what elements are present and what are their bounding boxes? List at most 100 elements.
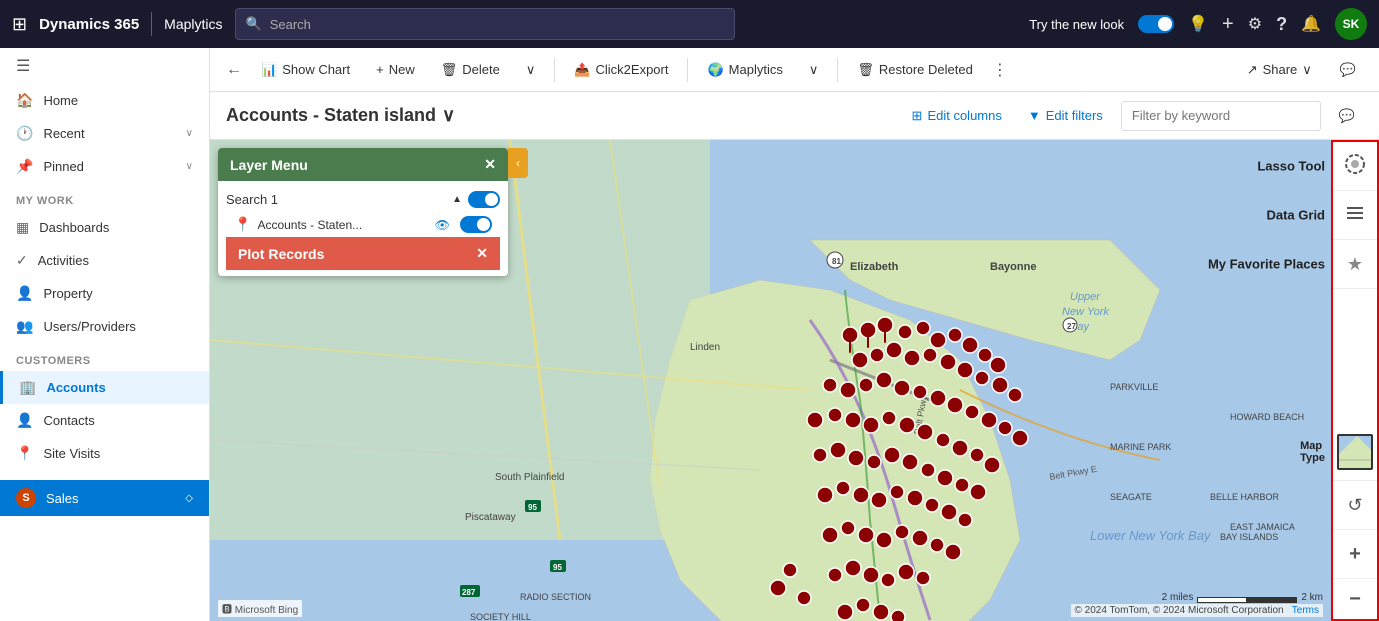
home-icon: 🏠 (16, 92, 33, 109)
help-icon[interactable]: ? (1276, 14, 1287, 35)
comment-button[interactable]: 💬 (1329, 56, 1367, 84)
plot-records-close[interactable]: ✕ (476, 245, 488, 262)
sidebar-item-dashboards[interactable]: ▦ Dashboards (0, 211, 209, 244)
delete-icon: 🗑 (441, 62, 458, 78)
scale-km-label: 2 km (1301, 592, 1323, 603)
show-chart-button[interactable]: 📊 Show Chart (250, 56, 361, 84)
add-icon[interactable]: + (1222, 13, 1234, 36)
refresh-icon: ↺ (1347, 495, 1362, 516)
users-icon: 👥 (16, 318, 33, 335)
sidebar-accounts-label: Accounts (46, 380, 105, 395)
maptype-label: Map Type (1300, 440, 1325, 464)
new-button[interactable]: + New (365, 56, 426, 83)
maplytics-chevron[interactable]: ∨ (798, 56, 830, 84)
sidebar-item-recent[interactable]: 🕐 Recent ∨ (0, 117, 209, 150)
layer-menu-body: Search 1 ▲ 📍 Accounts - Staten... 👁 (218, 181, 508, 276)
account-pin-icon: 📍 (234, 216, 251, 233)
search1-toggle-knob (485, 193, 498, 206)
sidebar-home-label: Home (43, 93, 78, 108)
grid-icon[interactable]: ⊞ (12, 14, 27, 35)
light-icon[interactable]: 💡 (1188, 14, 1208, 34)
refresh-button[interactable]: ↺ (1333, 485, 1377, 525)
toolbar: ← 📊 Show Chart + New 🗑 Delete ∨ 📤 Click2… (210, 48, 1379, 92)
scale-seg-1 (1197, 597, 1247, 603)
sidebar-item-site-visits[interactable]: 📍 Site Visits (0, 437, 209, 470)
maptype-button[interactable]: Map Type (1333, 428, 1377, 476)
sidebar-site-visits-label: Site Visits (43, 446, 100, 461)
favorites-button[interactable]: My Favorite Places ★ (1333, 244, 1377, 284)
sales-chevron: ◇ (185, 493, 193, 504)
toolbar-spacer (1333, 289, 1377, 424)
sidebar-item-contacts[interactable]: 👤 Contacts (0, 404, 209, 437)
search1-collapse-icon[interactable]: ▲ (452, 194, 462, 205)
dashboards-icon: ▦ (16, 219, 29, 236)
restore-deleted-button[interactable]: 🗑 Restore Deleted (846, 56, 983, 84)
sidebar-item-users-providers[interactable]: 👥 Users/Providers (0, 310, 209, 343)
sales-icon: S (16, 488, 36, 508)
zoom-in-button[interactable]: + (1333, 534, 1377, 574)
terms-link[interactable]: Terms (1292, 605, 1319, 616)
accounts-icon: 🏢 (19, 379, 36, 396)
toolbar-divider-2 (687, 58, 688, 82)
customers-category: Customers (0, 343, 209, 371)
lasso-tool-button[interactable]: Lasso Tool (1333, 146, 1377, 186)
plot-records-bar: Plot Records ✕ (226, 237, 500, 270)
sidebar-item-activities[interactable]: ✓ Activities (0, 244, 209, 277)
pinned-chevron: ∨ (186, 161, 193, 172)
recent-icon: 🕐 (16, 125, 33, 142)
app-name: Maplytics (164, 16, 222, 32)
click2export-button[interactable]: 📤 Click2Export (563, 56, 679, 84)
share-icon: ↗ (1247, 62, 1258, 78)
collapse-arrow[interactable]: ‹ (508, 148, 528, 178)
more-options-button[interactable]: ⋮ (988, 60, 1012, 80)
sidebar-item-sales[interactable]: S Sales ◇ (0, 480, 209, 516)
view-title-chevron[interactable]: ∨ (442, 105, 455, 126)
property-icon: 👤 (16, 285, 33, 302)
restore-icon: 🗑 (857, 62, 874, 78)
sidebar-item-home[interactable]: 🏠 Home (0, 84, 209, 117)
try-new-look-toggle[interactable] (1138, 15, 1174, 33)
sidebar-contacts-label: Contacts (43, 413, 94, 428)
datagrid-button[interactable]: Data Grid (1333, 195, 1377, 235)
account-item-row: 📍 Accounts - Staten... 👁 (226, 212, 500, 237)
search-bar[interactable]: 🔍 Search (235, 8, 735, 40)
export-icon: 📤 (574, 62, 590, 78)
bell-icon[interactable]: 🔔 (1301, 14, 1321, 34)
sidebar-item-accounts[interactable]: 🏢 Accounts (0, 371, 209, 404)
share-button[interactable]: ↗ Share ∨ (1236, 56, 1323, 84)
sidebar-dashboards-label: Dashboards (39, 220, 109, 235)
datagrid-section: Data Grid (1333, 191, 1377, 240)
account-toggle-knob (477, 218, 490, 231)
sidebar-item-pinned[interactable]: 📌 Pinned ∨ (0, 150, 209, 183)
back-button[interactable]: ← (222, 57, 246, 83)
sidebar-item-property[interactable]: 👤 Property (0, 277, 209, 310)
layer-menu-close[interactable]: ✕ (484, 156, 496, 173)
edit-columns-button[interactable]: ⊞ Edit columns (904, 104, 1010, 128)
zoom-in-icon: + (1349, 543, 1361, 566)
delete-button[interactable]: 🗑 Delete (430, 56, 511, 84)
edit-filters-button[interactable]: ▼ Edit filters (1020, 104, 1111, 127)
view-comment-button[interactable]: 💬 (1331, 104, 1363, 128)
account-item-label: Accounts - Staten... (257, 218, 428, 232)
zoom-out-button[interactable]: − (1333, 579, 1377, 619)
delete-chevron[interactable]: ∨ (515, 56, 547, 84)
main-layout: ☰ 🏠 Home 🕐 Recent ∨ 📌 Pinned ∨ My Work ▦… (0, 48, 1379, 621)
search1-toggle[interactable] (468, 191, 500, 208)
collapse-icon: ‹ (516, 156, 520, 170)
account-toggle[interactable] (460, 216, 492, 233)
right-toolbar: Lasso Tool Data Grid (1331, 140, 1379, 621)
settings-icon[interactable]: ⚙ (1248, 14, 1262, 34)
search-icon: 🔍 (246, 16, 262, 32)
search1-label: Search 1 (226, 192, 278, 207)
view-header: Accounts - Staten island ∨ ⊞ Edit column… (210, 92, 1379, 140)
avatar[interactable]: SK (1335, 8, 1367, 40)
maplytics-button[interactable]: 🌍 Maplytics (696, 56, 793, 84)
map-credits: © 2024 TomTom, © 2024 Microsoft Corporat… (1071, 604, 1323, 617)
zoom-in-section: + (1333, 530, 1377, 579)
search1-controls: ▲ (452, 191, 500, 208)
filter-keyword-input[interactable] (1121, 101, 1321, 131)
recent-chevron: ∨ (186, 128, 193, 139)
hamburger-menu[interactable]: ☰ (0, 48, 209, 84)
account-eye-icon[interactable]: 👁 (435, 218, 450, 232)
top-right-actions: Try the new look 💡 + ⚙ ? 🔔 SK (1029, 8, 1367, 40)
